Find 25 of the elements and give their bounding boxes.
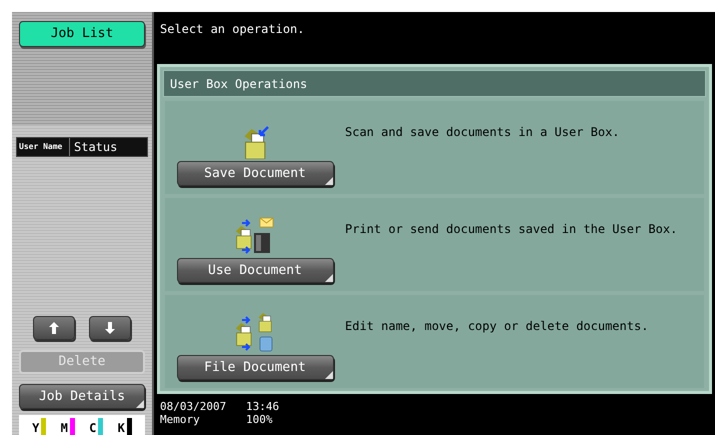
- toner-label: C: [89, 421, 96, 435]
- up-arrow-icon: [49, 322, 59, 334]
- memory-value: 100%: [246, 413, 274, 426]
- toner-label: K: [118, 421, 125, 435]
- panel-title: User Box Operations: [170, 76, 308, 92]
- operation-description: Print or send documents saved in the User Box.: [345, 222, 678, 236]
- up-scroll-button[interactable]: [33, 316, 75, 340]
- box-and-printer-icon: [234, 216, 276, 256]
- toner-label: Y: [32, 421, 40, 435]
- operation-description: Edit name, move, copy or delete documents.: [345, 319, 648, 333]
- column-header: User Name: [18, 143, 64, 151]
- down-arrow-icon: [105, 322, 115, 334]
- column-header: Status: [69, 138, 118, 156]
- down-scroll-button[interactable]: [89, 316, 131, 340]
- operation-button[interactable]: Save Document: [176, 161, 334, 186]
- toner-label: M: [60, 421, 68, 435]
- job-list-button[interactable]: Job List: [19, 20, 145, 47]
- operation-button[interactable]: File Document: [176, 355, 334, 380]
- memory-label: Memory: [160, 413, 201, 426]
- date-text: 08/03/2007: [160, 400, 228, 413]
- job-details-button[interactable]: Job Details: [19, 384, 145, 409]
- operation-button[interactable]: Use Document: [176, 258, 334, 283]
- message-text: Select an operation.: [160, 22, 304, 36]
- operation-description: Scan and save documents in a User Box.: [345, 125, 620, 139]
- time-text: 13:46: [246, 400, 280, 413]
